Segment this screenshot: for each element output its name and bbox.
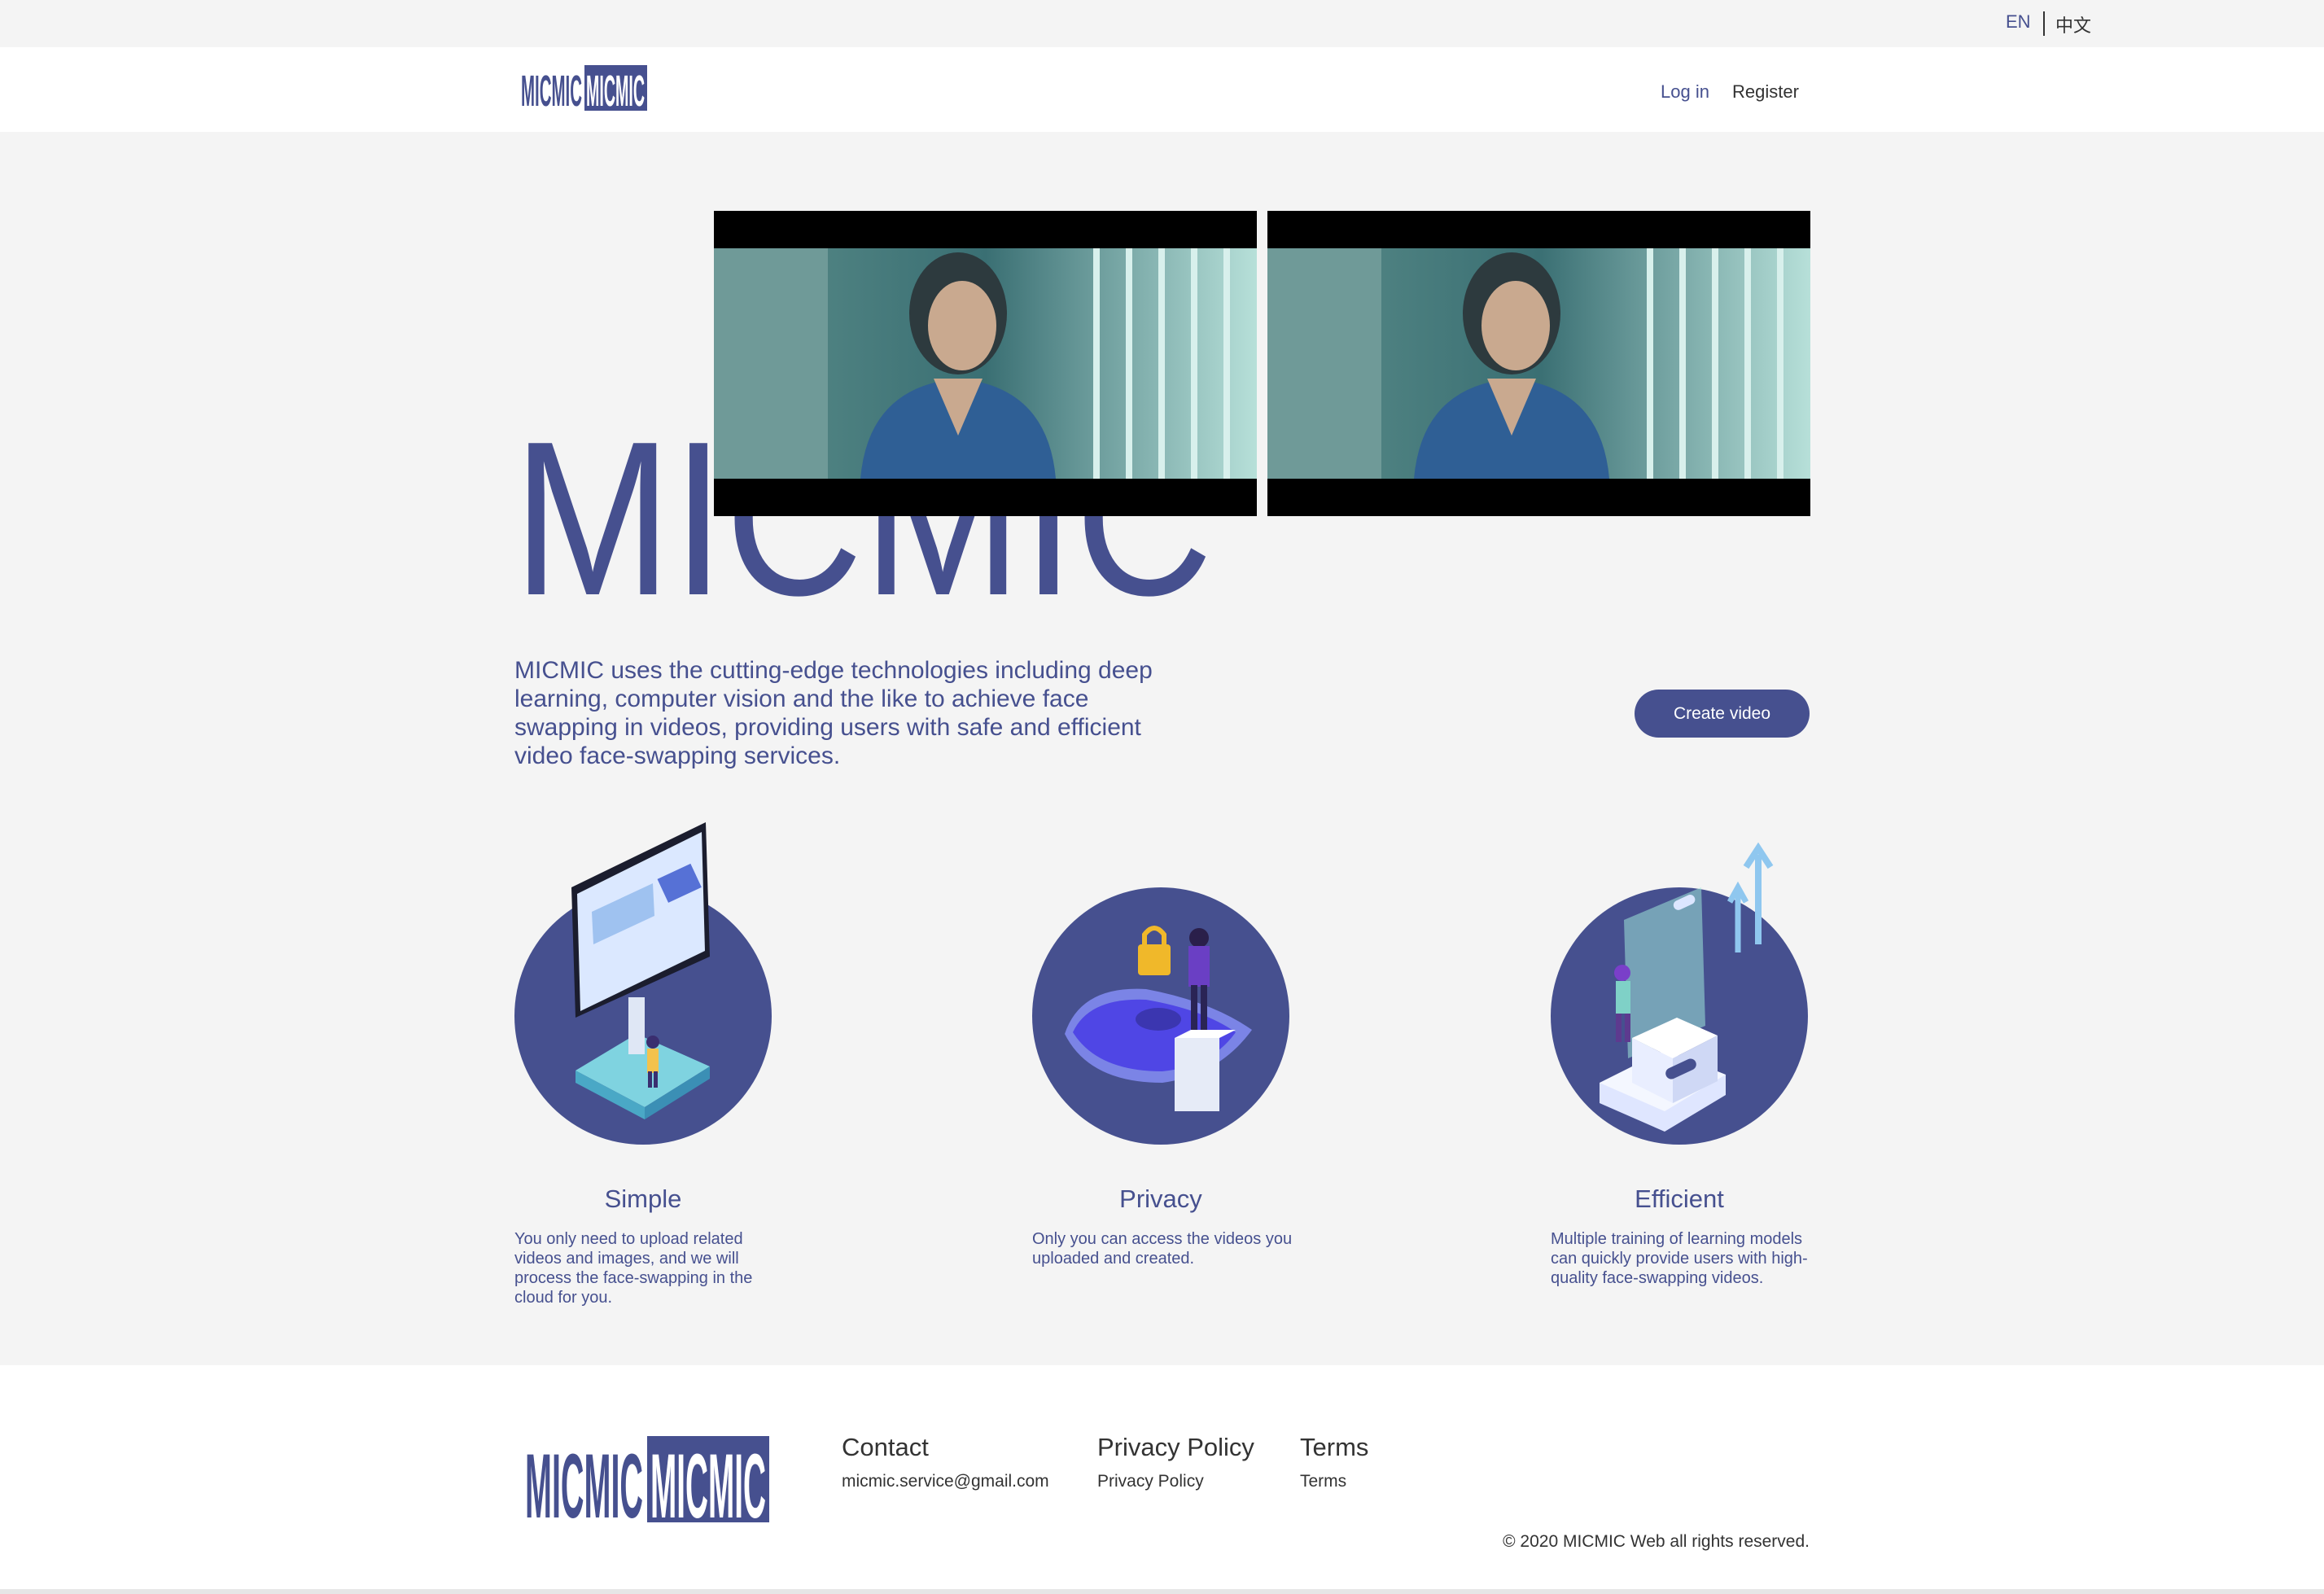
login-link[interactable]: Log in <box>1661 81 1709 103</box>
footer-logo[interactable]: MICMIC MICMIC <box>525 1434 769 1524</box>
hero-intro: MICMIC uses the cutting-edge technologie… <box>514 657 1153 769</box>
growth-illustration-icon <box>1551 842 1808 1145</box>
footer-privacy: Privacy Policy Privacy Policy <box>1097 1433 1254 1491</box>
language-bar: EN 中文 <box>0 0 2324 47</box>
feature-description: Only you can access the videos you uploa… <box>1032 1230 1293 1268</box>
logo-text-left: MICMIC <box>521 67 582 111</box>
contact-email-link[interactable]: micmic.service@gmail.com <box>842 1472 1049 1491</box>
lang-en-link[interactable]: EN <box>2006 11 2031 33</box>
privacy-title: Privacy Policy <box>1097 1433 1254 1461</box>
feature-description: You only need to upload related videos a… <box>514 1230 753 1307</box>
lock-illustration-icon <box>1032 887 1289 1145</box>
privacy-policy-link[interactable]: Privacy Policy <box>1097 1472 1254 1491</box>
footer-contact: Contact micmic.service@gmail.com <box>842 1433 1049 1491</box>
terms-title: Terms <box>1300 1433 1369 1461</box>
copyright-text: © 2020 MICMIC Web all rights reserved. <box>1503 1532 1810 1551</box>
feature-title: Privacy <box>1119 1185 1202 1213</box>
feature-title: Efficient <box>1635 1185 1724 1213</box>
video-frame-original <box>714 248 1257 479</box>
video-frame-swapped <box>1267 248 1810 479</box>
lang-zh-link[interactable]: 中文 <box>2055 11 2091 37</box>
lang-divider <box>2043 11 2045 36</box>
footer-terms: Terms Terms <box>1300 1433 1368 1491</box>
create-video-button[interactable]: Create video <box>1635 690 1810 738</box>
video-original[interactable] <box>714 211 1257 516</box>
register-link[interactable]: Register <box>1732 81 1799 103</box>
site-footer: MICMIC MICMIC Contact micmic.service@gma… <box>0 1365 2324 1594</box>
logo-text-right: MICMIC <box>586 67 645 111</box>
feature-title: Simple <box>604 1185 682 1213</box>
terms-link[interactable]: Terms <box>1300 1472 1368 1491</box>
monitor-illustration-icon <box>514 822 772 1145</box>
page-bottom-divider <box>0 1589 2324 1594</box>
micmic-logo[interactable]: MICMIC MICMIC <box>521 65 647 111</box>
footer-logo-text-right: MICMIC <box>650 1435 766 1524</box>
contact-title: Contact <box>842 1433 929 1461</box>
site-header: MICMIC MICMIC Log in Register <box>0 47 2324 132</box>
footer-logo-text-left: MICMIC <box>525 1435 643 1524</box>
video-swapped[interactable] <box>1267 211 1810 516</box>
feature-description: Multiple training of learning models can… <box>1551 1230 1808 1287</box>
